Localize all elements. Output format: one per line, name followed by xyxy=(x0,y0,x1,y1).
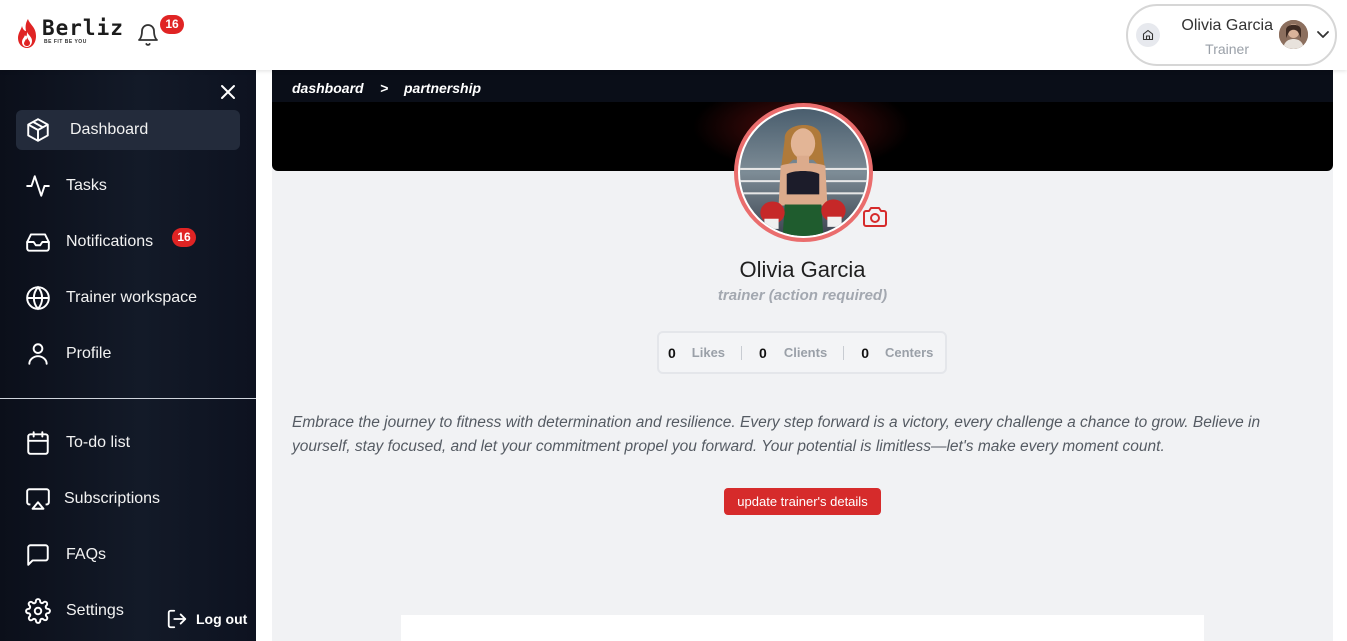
avatar[interactable] xyxy=(1279,20,1308,49)
user-icon xyxy=(28,343,48,365)
sidebar-item-notifications[interactable]: Notifications 16 xyxy=(16,222,240,262)
message-square-icon xyxy=(27,544,49,566)
sidebar-item-label: Trainer workspace xyxy=(66,289,198,306)
brand-name: Berliz xyxy=(42,16,124,40)
sidebar-item-label: Settings xyxy=(66,602,124,619)
sidebar-item-subscriptions[interactable]: Subscriptions xyxy=(16,479,240,519)
brand-tagline: BE FIT BE YOU xyxy=(44,39,87,45)
sidebar-item-profile[interactable]: Profile xyxy=(16,334,240,374)
sidebar-item-settings[interactable]: Settings xyxy=(16,591,156,631)
home-button[interactable] xyxy=(1136,23,1160,47)
breadcrumb-separator: > xyxy=(380,80,389,96)
notifications-count-badge: 16 xyxy=(172,228,196,247)
sidebar-item-todo-list[interactable]: To-do list xyxy=(16,423,240,463)
sidebar-item-label: Profile xyxy=(66,345,112,362)
chevron-down-icon[interactable] xyxy=(1315,26,1331,42)
content-panel xyxy=(401,615,1204,641)
sidebar-item-label: Notifications xyxy=(66,233,154,250)
profile-bio: Embrace the journey to fitness with dete… xyxy=(292,414,1261,455)
brand-logo[interactable]: Berliz BE FIT BE YOU xyxy=(16,18,124,50)
stat-centers: 0 Centers xyxy=(861,333,933,372)
stat-likes: 0 Likes xyxy=(668,333,725,372)
top-bar: Berliz BE FIT BE YOU 16 Olivia Garcia Tr… xyxy=(0,0,1347,70)
breadcrumb: dashboard > partnership xyxy=(272,70,1333,102)
profile-name: Olivia Garcia xyxy=(739,257,866,282)
update-details-button[interactable]: update trainer's details xyxy=(724,488,881,515)
profile-photo xyxy=(740,109,867,236)
calendar-icon xyxy=(27,431,49,455)
user-menu[interactable]: Olivia Garcia Trainer xyxy=(1126,4,1337,66)
airplay-icon xyxy=(26,488,50,510)
stat-value: 0 xyxy=(759,344,767,361)
stat-value: 0 xyxy=(668,344,676,361)
close-icon[interactable] xyxy=(218,82,238,102)
sidebar-item-label: Dashboard xyxy=(70,121,149,138)
profile-avatar[interactable] xyxy=(734,103,873,242)
user-name: Olivia Garcia xyxy=(1181,17,1273,34)
logout-label: Log out xyxy=(196,611,248,627)
sidebar-divider xyxy=(0,398,256,399)
profile-status: trainer (action required) xyxy=(717,287,888,304)
sidebar-item-dashboard[interactable]: Dashboard xyxy=(16,110,240,150)
stat-divider xyxy=(741,345,743,360)
flame-logo-icon xyxy=(18,19,36,48)
stat-value: 0 xyxy=(861,344,869,361)
sidebar-item-label: Tasks xyxy=(66,177,107,194)
stats-bar: 0 Likes 0 Clients 0 Centers xyxy=(657,331,947,374)
logout-icon xyxy=(167,609,187,629)
activity-icon xyxy=(26,175,50,197)
camera-icon[interactable] xyxy=(862,206,888,228)
stat-label: Clients xyxy=(783,345,828,360)
sidebar-item-tasks[interactable]: Tasks xyxy=(16,166,240,206)
user-photo xyxy=(1279,20,1308,49)
globe-icon xyxy=(26,285,50,311)
cube-icon xyxy=(27,118,49,142)
sidebar-item-label: FAQs xyxy=(66,546,107,563)
sidebar-item-label: To-do list xyxy=(66,434,131,451)
stat-divider xyxy=(843,345,845,360)
breadcrumb-item-partnership[interactable]: partnership xyxy=(404,80,481,96)
sidebar-item-trainer-workspace[interactable]: Trainer workspace xyxy=(16,278,240,318)
main-content: dashboard > partnership Olivia Garcia tr… xyxy=(256,70,1347,641)
sidebar-item-label: Subscriptions xyxy=(64,490,161,507)
bell-icon[interactable] xyxy=(136,22,160,48)
sidebar: Dashboard Tasks Notifications 16 Trainer… xyxy=(0,70,256,641)
stat-clients: 0 Clients xyxy=(759,333,827,372)
user-role: Trainer xyxy=(1205,41,1249,57)
inbox-icon xyxy=(26,233,50,252)
gear-icon xyxy=(25,598,51,624)
home-icon xyxy=(1142,29,1154,41)
breadcrumb-item-dashboard[interactable]: dashboard xyxy=(292,80,364,96)
notification-count-badge: 16 xyxy=(160,15,184,34)
stat-label: Centers xyxy=(884,345,934,360)
logout-button[interactable]: Log out xyxy=(166,608,247,630)
stat-label: Likes xyxy=(691,345,726,360)
sidebar-item-faqs[interactable]: FAQs xyxy=(16,535,240,575)
